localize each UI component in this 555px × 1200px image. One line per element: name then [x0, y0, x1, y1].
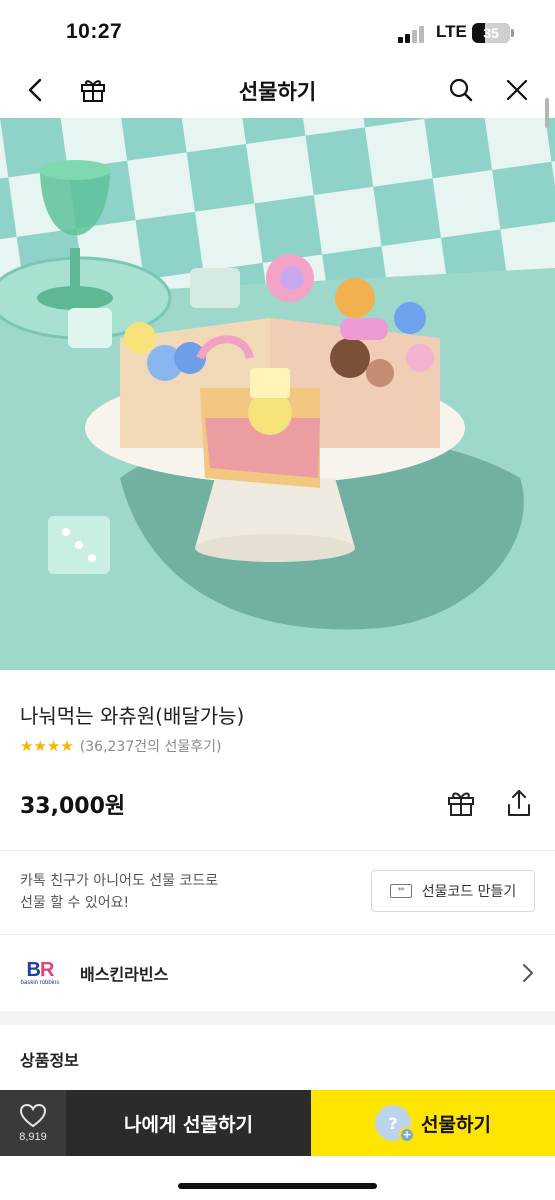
send-gift-label: 선물하기: [421, 1113, 491, 1136]
brand-logo-sub: baskin robbins: [20, 980, 60, 986]
product-image: [0, 118, 555, 670]
status-bar: 10:27 LTE 35: [0, 0, 555, 62]
brand-row[interactable]: BR baskin robbins 배스킨라빈스: [0, 935, 555, 1011]
rating-stars: ★★★★: [20, 737, 74, 755]
gift-code-line-1: 카톡 친구가 아니어도 선물 코드로: [20, 873, 219, 889]
gift-code-button-label: 선물코드 만들기: [421, 884, 517, 900]
brand-logo: BR baskin robbins: [20, 959, 60, 986]
heart-icon: [19, 1103, 47, 1128]
share-icon: [508, 790, 530, 816]
product-price: 33,000원: [20, 794, 126, 819]
section-separator: [0, 1011, 555, 1025]
gift-code-description: 카톡 친구가 아니어도 선물 코드로 선물 할 수 있어요!: [20, 870, 218, 914]
gift-to-self-button[interactable]: 나에게 선물하기: [66, 1090, 311, 1156]
network-label: LTE: [436, 22, 467, 41]
close-button[interactable]: [497, 70, 537, 110]
chevron-right-icon: [523, 964, 533, 982]
home-indicator: [178, 1183, 377, 1189]
review-count: (36,237건의 선물후기): [79, 739, 222, 755]
battery-icon: 35: [472, 23, 510, 43]
brand-name: 배스킨라빈스: [80, 965, 169, 984]
like-button[interactable]: 8,919: [0, 1090, 66, 1156]
bottom-action-bar: 8,919 나에게 선물하기 ? + 선물하기: [0, 1090, 555, 1156]
nav-bar: 선물하기: [0, 62, 555, 118]
gift-wish-button[interactable]: [444, 786, 478, 820]
gift-icon: [448, 792, 474, 816]
battery-tip: [511, 29, 514, 37]
scrollbar[interactable]: [545, 98, 549, 128]
search-button[interactable]: [441, 70, 481, 110]
ticket-icon: **: [389, 884, 412, 898]
send-gift-button[interactable]: ? + 선물하기: [311, 1090, 555, 1156]
close-icon: [506, 79, 528, 101]
share-button[interactable]: [502, 786, 536, 820]
signal-icon: [398, 25, 428, 43]
status-time: 10:27: [66, 20, 123, 43]
gift-code-line-2: 선물 할 수 있어요!: [20, 895, 130, 911]
section-title: 상품정보: [20, 1051, 79, 1070]
search-icon: [449, 78, 473, 102]
create-gift-code-button[interactable]: ** 선물코드 만들기: [371, 870, 535, 912]
friend-avatar-icon: ? +: [375, 1105, 416, 1143]
like-count: 8,919: [19, 1131, 47, 1143]
battery-percent: 35: [483, 25, 499, 41]
product-title: 나눠먹는 와츄원(배달가능): [20, 704, 245, 728]
rating[interactable]: ★★★★ (36,237건의 선물후기): [20, 736, 221, 756]
divider: [0, 850, 555, 851]
